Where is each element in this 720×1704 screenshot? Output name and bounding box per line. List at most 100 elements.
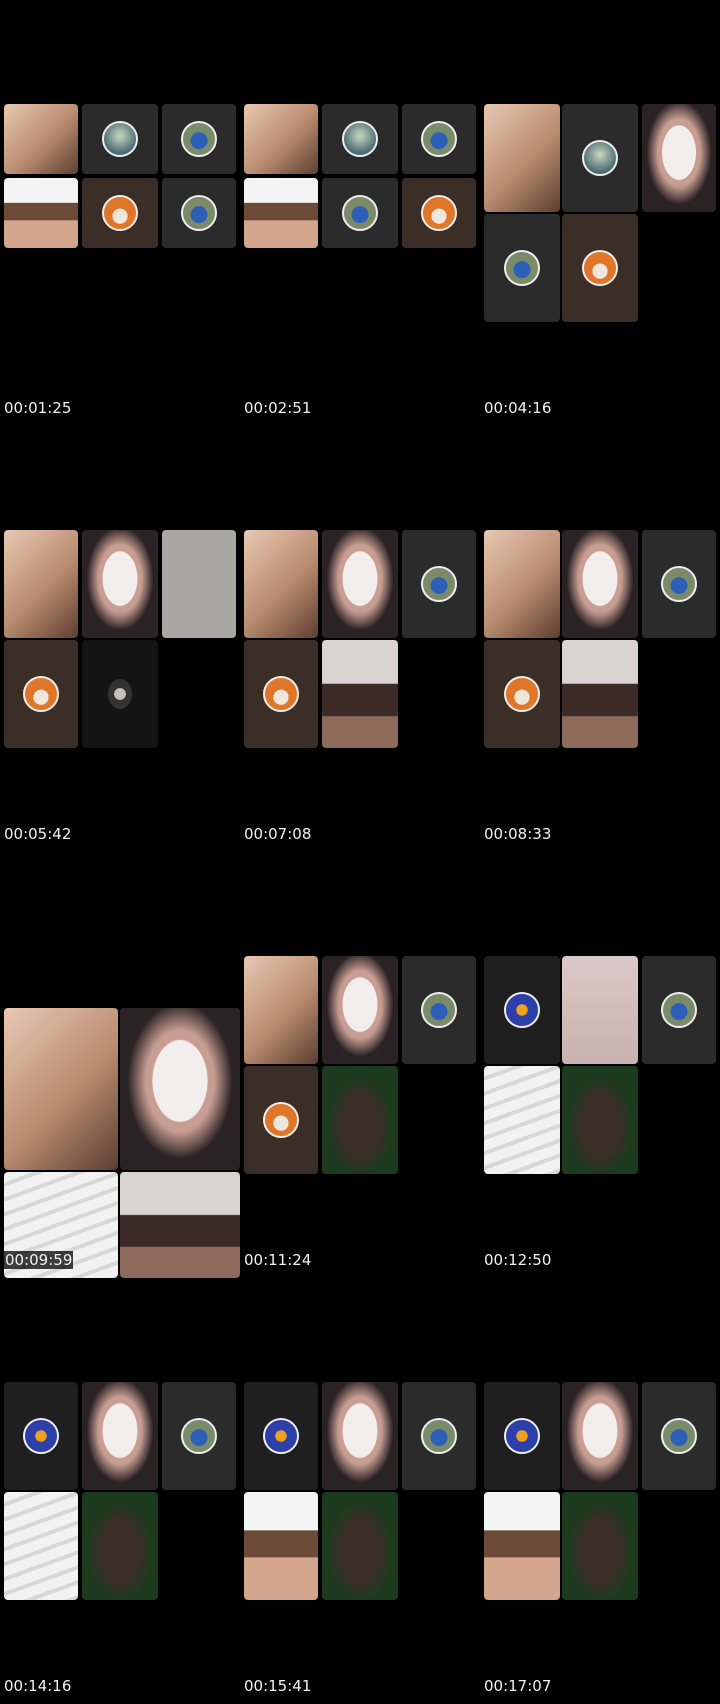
frame-thumbnail[interactable]: 00:02:51 [240, 0, 480, 426]
video-tile [82, 1382, 158, 1490]
video-tile [244, 640, 318, 748]
video-tile [322, 104, 398, 174]
video-tile [562, 640, 638, 748]
avatar [23, 1418, 59, 1454]
avatar [504, 676, 540, 712]
video-tile [484, 1492, 560, 1600]
video-tile [322, 530, 398, 638]
video-tile [4, 1008, 118, 1170]
frame-thumbnail[interactable]: 00:04:16 [480, 0, 720, 426]
avatar [23, 676, 59, 712]
video-tile [322, 956, 398, 1064]
video-tile [562, 1382, 638, 1490]
video-tile [244, 1066, 318, 1174]
video-tile [642, 956, 716, 1064]
avatar [263, 676, 299, 712]
avatar [181, 195, 217, 231]
avatar [102, 121, 138, 157]
frame-thumbnail[interactable]: 00:17:07 [480, 1278, 720, 1704]
video-tile [162, 1382, 236, 1490]
video-tile [244, 178, 318, 248]
avatar [504, 1418, 540, 1454]
video-tile [562, 956, 638, 1064]
video-tile [642, 104, 716, 212]
video-tile [484, 104, 560, 212]
video-tile [120, 1008, 240, 1170]
video-tile [322, 1382, 398, 1490]
video-tile [402, 178, 476, 248]
timestamp-label: 00:08:33 [484, 825, 552, 843]
video-tile [402, 530, 476, 638]
frame-thumbnail[interactable]: 00:05:42 [0, 426, 240, 852]
avatar [263, 1102, 299, 1138]
video-tile [4, 1382, 78, 1490]
avatar [342, 195, 378, 231]
avatar [421, 121, 457, 157]
video-tile [402, 104, 476, 174]
video-tile [402, 956, 476, 1064]
timestamp-label: 00:15:41 [244, 1677, 312, 1695]
frame-thumbnail[interactable]: 00:11:24 [240, 852, 480, 1278]
timestamp-label: 00:14:16 [4, 1677, 72, 1695]
frame-thumbnail[interactable]: 00:01:25 [0, 0, 240, 426]
video-tile [82, 178, 158, 248]
timestamp-label: 00:11:24 [244, 1251, 312, 1269]
video-tile [562, 214, 638, 322]
video-tile [82, 640, 158, 748]
avatar [102, 195, 138, 231]
video-tile [562, 104, 638, 212]
frame-thumbnail[interactable]: 00:09:59 [0, 852, 240, 1278]
video-tile [4, 178, 78, 248]
timestamp-label: 00:12:50 [484, 1251, 552, 1269]
timestamp-label: 00:01:25 [4, 399, 72, 417]
video-tile [244, 104, 318, 174]
avatar [504, 992, 540, 1028]
timestamp-label: 00:02:51 [244, 399, 312, 417]
video-tile [4, 640, 78, 748]
video-tile [244, 956, 318, 1064]
avatar [342, 121, 378, 157]
video-tile [82, 1492, 158, 1600]
video-tile [402, 1382, 476, 1490]
video-tile [322, 1492, 398, 1600]
video-tile [244, 530, 318, 638]
avatar [421, 195, 457, 231]
video-tile [484, 530, 560, 638]
video-tile [322, 1066, 398, 1174]
timestamp-label: 00:17:07 [484, 1677, 552, 1695]
avatar [421, 566, 457, 602]
video-tile [162, 104, 236, 174]
timestamp-label: 00:04:16 [484, 399, 552, 417]
video-tile [162, 530, 236, 638]
video-tile [562, 1066, 638, 1174]
video-tile [562, 1492, 638, 1600]
video-tile [484, 640, 560, 748]
video-tile [322, 178, 398, 248]
avatar [582, 140, 618, 176]
frame-thumbnail[interactable]: 00:08:33 [480, 426, 720, 852]
video-tile [642, 530, 716, 638]
frame-thumbnail[interactable]: 00:12:50 [480, 852, 720, 1278]
thumbnail-grid: 00:01:25 00:02:51 00:04:16 00:05:42 00:0… [0, 0, 720, 1704]
frame-thumbnail[interactable]: 00:14:16 [0, 1278, 240, 1704]
video-tile [322, 640, 398, 748]
frame-thumbnail[interactable]: 00:15:41 [240, 1278, 480, 1704]
video-tile [4, 530, 78, 638]
video-tile [484, 956, 560, 1064]
video-tile [244, 1492, 318, 1600]
video-tile [642, 1382, 716, 1490]
avatar [582, 250, 618, 286]
video-tile [484, 214, 560, 322]
avatar [263, 1418, 299, 1454]
avatar [504, 250, 540, 286]
frame-thumbnail[interactable]: 00:07:08 [240, 426, 480, 852]
video-tile [120, 1172, 240, 1278]
video-tile [82, 530, 158, 638]
avatar [421, 992, 457, 1028]
video-tile [162, 178, 236, 248]
video-tile [244, 1382, 318, 1490]
avatar [661, 566, 697, 602]
video-tile [484, 1066, 560, 1174]
timestamp-label: 00:09:59 [4, 1251, 74, 1269]
video-tile [4, 1492, 78, 1600]
